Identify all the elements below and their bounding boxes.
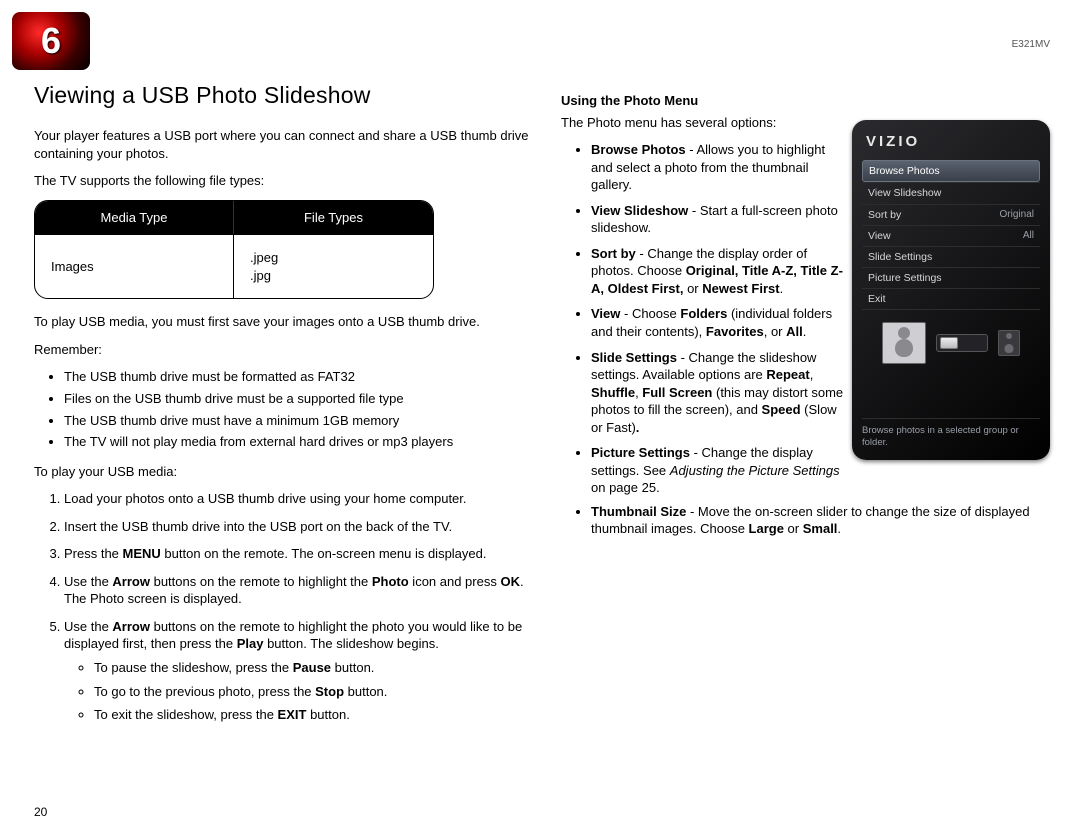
right-column: Using the Photo Menu The Photo menu has …: [561, 80, 1050, 736]
list-item: View - Choose Folders (individual folder…: [591, 305, 846, 340]
list-item: Use the Arrow buttons on the remote to h…: [64, 618, 533, 724]
device-menu-item: View All: [862, 225, 1040, 246]
file-type-value: .jpeg: [250, 250, 278, 265]
list-item: Press the MENU button on the remote. The…: [64, 545, 533, 563]
list-item: The TV will not play media from external…: [64, 433, 533, 451]
device-menu-item: Slide Settings: [862, 246, 1040, 267]
table-header: Media Type: [35, 201, 234, 235]
file-type-value: .jpg: [250, 268, 271, 283]
device-menu-item: Picture Settings: [862, 267, 1040, 288]
device-menu-label: Sort by: [868, 208, 901, 222]
list-item: Files on the USB thumb drive must be a s…: [64, 390, 533, 408]
device-screenshot: VIZIO Browse Photos View Slideshow Sort by…: [852, 120, 1050, 460]
photo-menu-list: Browse Photos - Allows you to highlight …: [561, 141, 846, 497]
device-menu-label: View: [868, 229, 891, 243]
device-menu-value: All: [1023, 229, 1034, 243]
save-note: To play USB media, you must first save y…: [34, 313, 533, 331]
list-item: View Slideshow - Start a full-screen pho…: [591, 202, 846, 237]
list-item: Browse Photos - Allows you to highlight …: [591, 141, 846, 194]
device-menu: Browse Photos View Slideshow Sort by Origin…: [862, 160, 1040, 310]
list-item: Sort by - Change the display order of ph…: [591, 245, 846, 298]
subheading: Using the Photo Menu: [561, 92, 1050, 110]
photo-menu-list-wide: Thumbnail Size - Move the on-screen slid…: [561, 503, 1050, 538]
model-label: E321MV: [1012, 38, 1050, 52]
device-menu-item: Browse Photos: [862, 160, 1040, 182]
list-item: Thumbnail Size - Move the on-screen slid…: [591, 503, 1050, 538]
device-menu-item: Sort by Original: [862, 204, 1040, 225]
page-content: Viewing a USB Photo Slideshow Your playe…: [34, 80, 1050, 736]
device-brand: VIZIO: [866, 132, 1040, 152]
list-item: Picture Settings - Change the display se…: [591, 444, 846, 497]
thumbnail-icon: [882, 322, 926, 364]
list-item: The USB thumb drive must be formatted as…: [64, 368, 533, 386]
device-menu-label: Exit: [868, 292, 886, 306]
remember-list: The USB thumb drive must be formatted as…: [34, 368, 533, 450]
list-item: Insert the USB thumb drive into the USB …: [64, 518, 533, 536]
device-hint: Browse photos in a selected group or fol…: [862, 418, 1040, 448]
list-item: Slide Settings - Change the slideshow se…: [591, 349, 846, 437]
menu-options-wrapped: Browse Photos - Allows you to highlight …: [561, 141, 846, 497]
left-column: Viewing a USB Photo Slideshow Your playe…: [34, 80, 533, 736]
list-item: The USB thumb drive must have a minimum …: [64, 412, 533, 430]
device-menu-label: Slide Settings: [868, 250, 932, 264]
section-title: Viewing a USB Photo Slideshow: [34, 80, 533, 111]
list-item: To pause the slideshow, press the Pause …: [94, 659, 533, 677]
thumbnail-size-slider: [936, 334, 988, 352]
play-label: To play your USB media:: [34, 463, 533, 481]
file-types-table: Media Type File Types Images .jpeg .jpg: [34, 200, 434, 300]
supports-text: The TV supports the following file types…: [34, 172, 533, 190]
table-header: File Types: [234, 201, 433, 235]
device-thumbnail-row: [862, 322, 1040, 364]
thumbnail-small-icon: [998, 330, 1020, 356]
page-number: 20: [34, 804, 47, 820]
table-cell: .jpeg .jpg: [234, 234, 433, 298]
remember-label: Remember:: [34, 341, 533, 359]
list-item: To exit the slideshow, press the EXIT bu…: [94, 706, 533, 724]
steps-list: Load your photos onto a USB thumb drive …: [34, 490, 533, 723]
device-menu-value: Original: [1000, 208, 1034, 222]
device-menu-label: Browse Photos: [869, 164, 940, 178]
chapter-badge: 6: [12, 12, 90, 70]
device-menu-label: Picture Settings: [868, 271, 942, 285]
chapter-number: 6: [41, 17, 61, 66]
list-item: To go to the previous photo, press the S…: [94, 683, 533, 701]
intro-text: Your player features a USB port where yo…: [34, 127, 533, 162]
table-cell: Images: [35, 234, 234, 298]
list-item: Use the Arrow buttons on the remote to h…: [64, 573, 533, 608]
device-menu-item: View Slideshow: [862, 182, 1040, 203]
list-item: Load your photos onto a USB thumb drive …: [64, 490, 533, 508]
device-menu-item: Exit: [862, 288, 1040, 310]
device-menu-label: View Slideshow: [868, 186, 941, 200]
